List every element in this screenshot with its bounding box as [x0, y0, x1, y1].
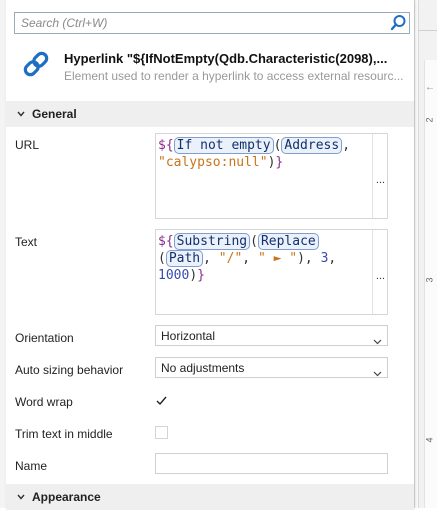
number-token: 1000	[158, 268, 190, 283]
section-appearance[interactable]: Appearance	[6, 484, 414, 510]
expr-token: ${	[158, 234, 174, 249]
expr-token: }	[275, 155, 284, 170]
hyperlink-chain-icon	[20, 48, 52, 80]
section-general[interactable]: General	[6, 101, 414, 127]
name-field[interactable]	[155, 453, 388, 474]
string-token: " ► "	[257, 251, 298, 266]
function-token[interactable]: Replace	[257, 233, 319, 250]
expr-token: ${	[158, 138, 174, 153]
field-token[interactable]: Path	[165, 250, 204, 267]
expr-token: }	[197, 268, 205, 283]
ruler-tick: 4	[424, 437, 435, 443]
vertical-ruler: 2 3 4	[424, 60, 437, 508]
expr-token: ,	[203, 251, 219, 266]
text-expression-editor[interactable]: ${Substring(Replace(Path, "/", " ► "), 3…	[155, 229, 388, 315]
chevron-down-icon	[373, 364, 382, 377]
expr-token: (	[158, 251, 166, 266]
search-input[interactable]	[15, 13, 381, 33]
ruler-tick: 2	[424, 117, 435, 123]
chevron-down-icon	[15, 490, 27, 502]
function-token[interactable]: If not empty	[173, 137, 274, 154]
arrow-left-icon: ←	[425, 82, 435, 93]
expr-token: ,	[328, 251, 337, 266]
element-title: Hyperlink "${IfNotEmpty(Qdb.Characterist…	[64, 51, 388, 66]
url-expression-code[interactable]: ${If not empty(Address, "calypso:null")}	[158, 137, 370, 171]
url-label: URL	[15, 138, 40, 152]
word-wrap-label: Word wrap	[15, 395, 73, 409]
section-title: General	[32, 107, 77, 121]
search-icon[interactable]	[387, 13, 409, 33]
trim-middle-label: Trim text in middle	[15, 427, 113, 441]
word-wrap-checkbox[interactable]	[155, 394, 168, 407]
chevron-down-icon	[373, 332, 382, 345]
expr-token: ),	[297, 251, 321, 266]
function-token[interactable]: Substring	[173, 233, 251, 250]
orientation-dropdown[interactable]: Horizontal	[155, 325, 388, 346]
orientation-value: Horizontal	[161, 329, 216, 343]
orientation-label: Orientation	[15, 331, 74, 345]
element-header: Hyperlink "${IfNotEmpty(Qdb.Characterist…	[14, 46, 410, 90]
expr-token: )	[189, 268, 198, 283]
expr-token: ,	[242, 251, 258, 266]
ruler-tick: 3	[424, 277, 435, 283]
search-box	[14, 12, 410, 34]
element-description: Element used to render a hyperlink to ac…	[64, 69, 404, 83]
trim-middle-checkbox[interactable]	[155, 426, 168, 439]
text-more-button[interactable]: ...	[372, 230, 387, 314]
string-token: "/"	[218, 251, 243, 266]
auto-sizing-label: Auto sizing behavior	[15, 363, 124, 377]
url-expression-editor[interactable]: ${If not empty(Address, "calypso:null")} …	[155, 133, 388, 219]
background-divider	[418, 30, 437, 31]
text-expression-code[interactable]: ${Substring(Replace(Path, "/", " ► "), 3…	[158, 233, 370, 284]
name-label: Name	[15, 459, 48, 473]
properties-panel: Hyperlink "${IfNotEmpty(Qdb.Characterist…	[6, 0, 415, 510]
section-title: Appearance	[32, 490, 101, 504]
url-more-button[interactable]: ...	[372, 134, 387, 218]
checkmark-icon	[156, 396, 167, 406]
string-token: "calypso:null"	[158, 155, 268, 170]
auto-sizing-value: No adjustments	[161, 361, 245, 375]
text-label: Text	[15, 235, 38, 249]
chevron-down-icon	[15, 107, 27, 119]
field-token[interactable]: Address	[281, 137, 343, 154]
expr-token: ,	[342, 138, 351, 153]
expr-token: (	[250, 234, 258, 249]
auto-sizing-dropdown[interactable]: No adjustments	[155, 357, 388, 378]
